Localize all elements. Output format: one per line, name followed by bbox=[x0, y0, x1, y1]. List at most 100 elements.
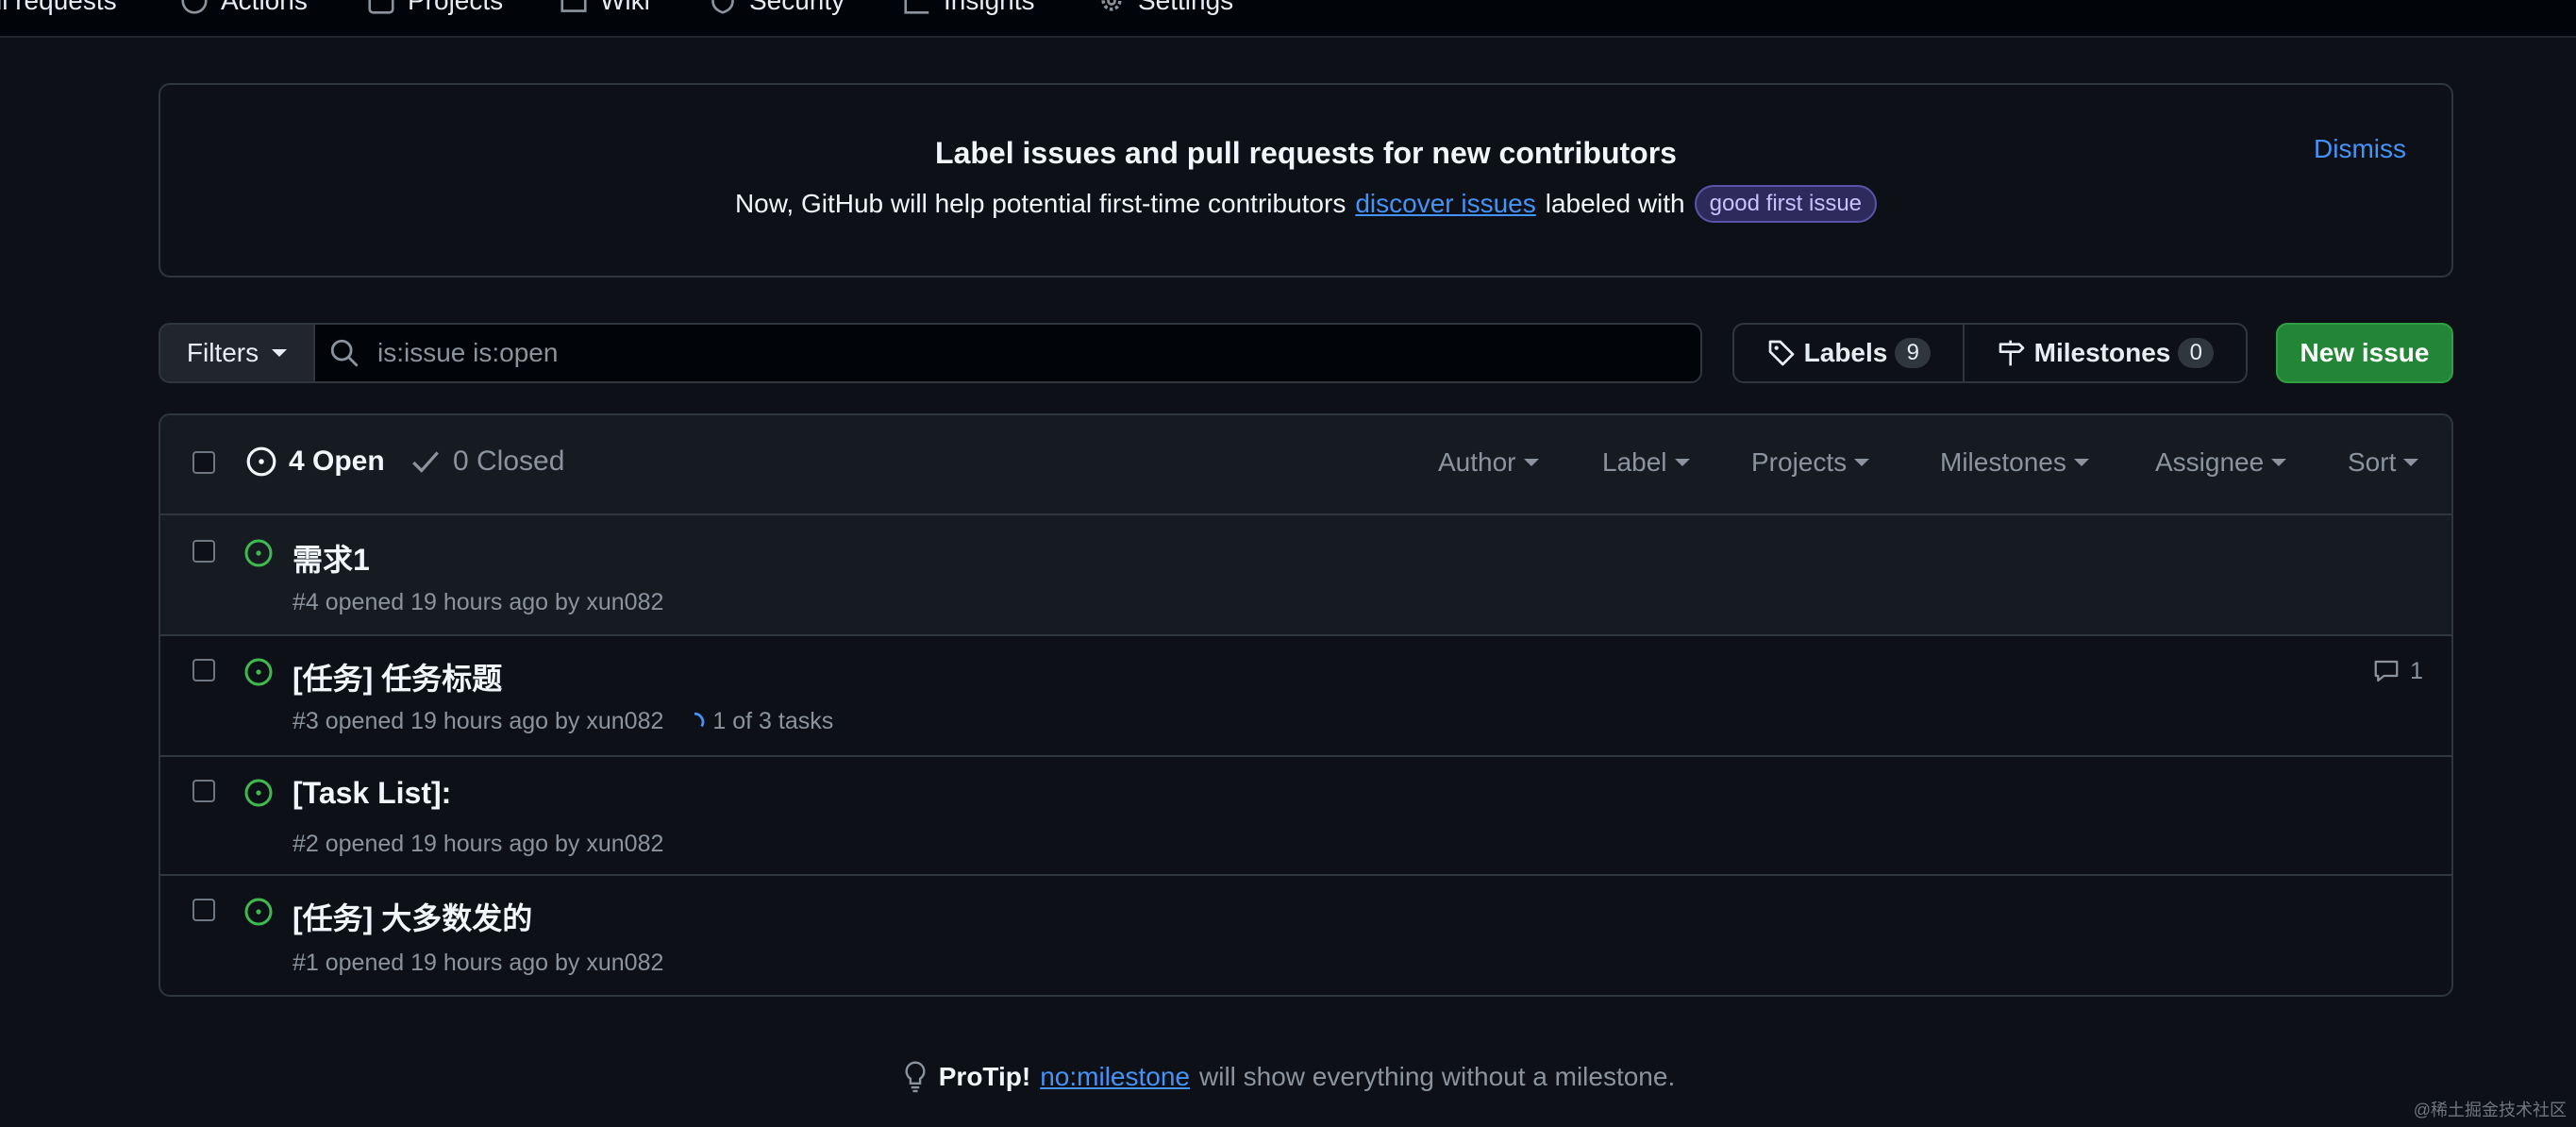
closed-issues-tab[interactable]: 0 Closed bbox=[410, 446, 564, 478]
issue-title-link[interactable]: [Task List]: bbox=[293, 776, 451, 811]
no-milestone-link[interactable]: no:milestone bbox=[1040, 1062, 1190, 1092]
open-issues-tab[interactable]: 4 Open bbox=[245, 446, 385, 478]
issue-meta: #2 opened 19 hours ago by xun082 bbox=[293, 831, 663, 858]
issue-meta: #3 opened 19 hours ago by xun082 1 of 3 … bbox=[293, 708, 833, 735]
protip: ProTip! no:milestone will show everythin… bbox=[0, 1061, 2576, 1093]
issue-meta: #4 opened 19 hours ago by xun082 bbox=[293, 589, 663, 616]
issue-row[interactable]: [Task List]: #2 opened 19 hours ago by x… bbox=[160, 757, 2451, 876]
comments-link[interactable]: 1 bbox=[2372, 657, 2423, 685]
assignee-filter-label: Assignee bbox=[2155, 447, 2265, 477]
search-input[interactable] bbox=[377, 338, 1680, 368]
author-filter-label: Author bbox=[1438, 447, 1516, 477]
chevron-down-icon bbox=[2271, 459, 2287, 466]
milestone-icon bbox=[1999, 340, 2024, 366]
chevron-down-icon bbox=[2403, 459, 2419, 466]
closed-count: 0 Closed bbox=[453, 446, 565, 477]
banner-title: Label issues and pull requests for new c… bbox=[935, 136, 1677, 170]
comment-count: 1 bbox=[2410, 657, 2423, 684]
milestones-button[interactable]: Milestones 0 bbox=[1965, 325, 2246, 381]
nav-security[interactable]: Security bbox=[710, 0, 845, 15]
task-progress[interactable]: 1 of 3 tasks bbox=[684, 708, 833, 735]
gear-icon bbox=[1101, 0, 1122, 11]
nav-pull-requests-label: ll requests bbox=[0, 0, 117, 15]
protip-label: ProTip! bbox=[938, 1062, 1031, 1091]
issue-title-link[interactable]: 需求1 bbox=[293, 536, 370, 580]
filters-button[interactable]: Filters bbox=[159, 323, 315, 383]
chevron-down-icon bbox=[1854, 459, 1870, 466]
issue-opened-icon bbox=[246, 446, 276, 477]
banner-text-after: labeled with bbox=[1545, 189, 1685, 218]
milestones-label: Milestones bbox=[2033, 338, 2171, 367]
discover-issues-link[interactable]: discover issues bbox=[1355, 189, 1535, 219]
watermark: @稀土掘金技术社区 bbox=[2413, 1101, 2567, 1119]
label-filter[interactable]: Label bbox=[1602, 447, 1690, 478]
banner-text: Now, GitHub will help potential first-ti… bbox=[160, 185, 2451, 223]
issue-checkbox[interactable] bbox=[192, 540, 215, 563]
labels-label: Labels bbox=[1803, 338, 1888, 367]
banner-text-before: Now, GitHub will help potential first-ti… bbox=[734, 189, 1347, 218]
nav-settings-label: Settings bbox=[1138, 0, 1234, 15]
issue-meta-text: #1 opened 19 hours ago by xun082 bbox=[293, 950, 664, 976]
contributors-banner: Label issues and pull requests for new c… bbox=[159, 83, 2453, 278]
nav-projects-label: Projects bbox=[408, 0, 504, 15]
repo-nav: ll requests Actions Projects Wiki Securi… bbox=[0, 0, 2576, 38]
nav-security-label: Security bbox=[749, 0, 845, 15]
issue-row[interactable]: 需求1 #4 opened 19 hours ago by xun082 bbox=[160, 515, 2451, 636]
dismiss-button[interactable]: Dismiss bbox=[2314, 134, 2406, 164]
chevron-down-icon bbox=[2073, 459, 2089, 466]
table-icon bbox=[368, 0, 394, 14]
milestones-filter-label: Milestones bbox=[1940, 447, 2066, 477]
issue-row[interactable]: [任务] 大多数发的 #1 opened 19 hours ago by xun… bbox=[160, 876, 2451, 995]
filters-label: Filters bbox=[186, 338, 259, 367]
protip-text: will show everything without a milestone… bbox=[1199, 1062, 1676, 1091]
milestones-filter[interactable]: Milestones bbox=[1940, 447, 2089, 478]
nav-actions-label: Actions bbox=[221, 0, 308, 15]
new-issue-button[interactable]: New issue bbox=[2276, 323, 2453, 383]
issue-checkbox[interactable] bbox=[192, 659, 215, 681]
issue-title-link[interactable]: [任务] 任务标题 bbox=[293, 655, 502, 698]
issue-meta-text: #4 opened 19 hours ago by xun082 bbox=[293, 589, 664, 615]
labels-count: 9 bbox=[1895, 338, 1932, 368]
chevron-down-icon bbox=[1523, 459, 1539, 466]
issues-header: 4 Open 0 Closed Author Label Projects Mi… bbox=[160, 415, 2451, 515]
issue-row[interactable]: [任务] 任务标题 #3 opened 19 hours ago by xun0… bbox=[160, 636, 2451, 757]
milestones-count: 0 bbox=[2178, 338, 2215, 368]
nav-wiki-label: Wiki bbox=[600, 0, 650, 15]
issue-opened-icon bbox=[244, 779, 273, 807]
nav-actions[interactable]: Actions bbox=[181, 0, 308, 15]
nav-pull-requests[interactable]: ll requests bbox=[0, 0, 117, 15]
issue-checkbox[interactable] bbox=[192, 899, 215, 921]
select-all-checkbox[interactable] bbox=[192, 451, 215, 474]
nav-wiki[interactable]: Wiki bbox=[560, 0, 650, 15]
issue-opened-icon bbox=[244, 539, 273, 567]
issue-title-link[interactable]: [任务] 大多数发的 bbox=[293, 895, 532, 938]
projects-filter[interactable]: Projects bbox=[1751, 447, 1870, 478]
issues-list: 4 Open 0 Closed Author Label Projects Mi… bbox=[159, 413, 2453, 997]
chevron-down-icon bbox=[272, 349, 288, 357]
assignee-filter[interactable]: Assignee bbox=[2155, 447, 2287, 478]
nav-insights-label: Insights bbox=[944, 0, 1035, 15]
nav-settings[interactable]: Settings bbox=[1098, 0, 1233, 15]
task-progress-text: 1 of 3 tasks bbox=[712, 708, 834, 734]
issue-meta-text: #2 opened 19 hours ago by xun082 bbox=[293, 831, 664, 857]
nav-projects[interactable]: Projects bbox=[368, 0, 503, 15]
check-icon bbox=[412, 451, 439, 473]
search-icon bbox=[330, 339, 359, 367]
play-icon bbox=[181, 0, 208, 14]
sort-filter[interactable]: Sort bbox=[2348, 447, 2419, 478]
issue-checkbox[interactable] bbox=[192, 780, 215, 802]
issue-opened-icon bbox=[244, 658, 273, 686]
good-first-issue-label[interactable]: good first issue bbox=[1694, 185, 1878, 223]
labels-milestones-group: Labels 9 Milestones 0 bbox=[1732, 323, 2248, 383]
graph-icon bbox=[904, 0, 929, 14]
nav-insights[interactable]: Insights bbox=[904, 0, 1035, 15]
author-filter[interactable]: Author bbox=[1438, 447, 1539, 478]
projects-filter-label: Projects bbox=[1751, 447, 1848, 477]
tag-icon bbox=[1768, 340, 1794, 366]
issue-opened-icon bbox=[244, 898, 273, 926]
issue-meta: #1 opened 19 hours ago by xun082 bbox=[293, 950, 663, 977]
labels-button[interactable]: Labels 9 bbox=[1734, 325, 1965, 381]
light-bulb-icon bbox=[905, 1061, 926, 1093]
sort-filter-label: Sort bbox=[2348, 447, 2397, 477]
issue-search[interactable] bbox=[313, 323, 1702, 383]
